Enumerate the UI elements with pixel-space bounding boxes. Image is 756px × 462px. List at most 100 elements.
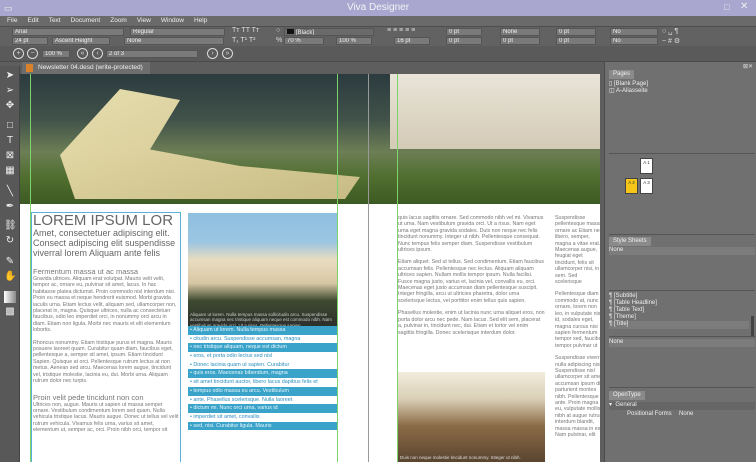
hyphen-field[interactable]: No <box>610 28 658 36</box>
zoom-out-icon[interactable]: − <box>27 48 38 59</box>
text-case-icons[interactable]: Tт TT Tт <box>232 27 259 34</box>
pen-tool-icon[interactable]: ✒ <box>4 201 16 213</box>
leading-field[interactable]: 16 pt <box>394 37 430 45</box>
splitter[interactable] <box>609 153 755 154</box>
table-tool-icon[interactable]: ▦ <box>4 165 16 177</box>
maximize-icon[interactable]: □ <box>724 2 729 12</box>
indent-first-field[interactable]: 0 pt <box>500 37 540 45</box>
special-chars-icons[interactable]: ~ # ⚙ <box>662 37 680 45</box>
alignment-icons[interactable]: ≡ ≡ ≡ ≡ ≡ <box>387 27 415 34</box>
text-frame-icon[interactable]: T <box>4 135 16 147</box>
style-none[interactable]: None <box>609 247 755 255</box>
page-thumb-1[interactable]: A 1 <box>640 158 653 174</box>
menu-edit[interactable]: Edit <box>27 16 38 26</box>
body-paragraph: Suspendisse viverra nulla adipiscing nis… <box>555 355 600 438</box>
pool-building <box>390 74 600 149</box>
space-after-field[interactable]: 0 pt <box>446 37 482 45</box>
style-field[interactable]: Regular <box>130 28 225 36</box>
rectangle-tool-icon[interactable]: □ <box>4 120 16 132</box>
zoom-field[interactable]: 100 % <box>42 50 70 58</box>
body-paragraph: Pellentesque diam commodo at, nunc ornar… <box>555 291 600 349</box>
positional-forms-value[interactable]: None <box>679 411 693 419</box>
invisibles-icons[interactable]: ○ ␣ ¶ <box>662 27 678 35</box>
script-icons[interactable]: T₁ T¹ T² <box>232 37 256 44</box>
tool-palette: ➤ ➢ ✥ □ T ⊠ ▦ ╲ ✒ ⛓ ↻ ✎ ✋ ▩ <box>0 66 20 462</box>
list-item: • tempus odio massa eu arcu. Vestibulum <box>188 386 337 396</box>
general-section[interactable]: ▾ General <box>609 402 755 410</box>
pattern-tool-icon[interactable]: ▩ <box>4 306 16 318</box>
first-page-icon[interactable]: « <box>77 48 88 59</box>
bullet-list[interactable]: • Aliquam ut lorem. Nulla tempus massa •… <box>188 326 337 431</box>
panel-close-icon[interactable]: ⊠✕ <box>743 63 753 70</box>
tint-field[interactable]: 70 % <box>284 37 324 45</box>
menu-view[interactable]: View <box>137 16 151 26</box>
tab-opentype[interactable]: OpenType <box>609 391 645 400</box>
character-style-none[interactable]: None <box>609 339 755 347</box>
image-frame-icon[interactable]: ⊠ <box>4 150 16 162</box>
label: [Table Text] <box>613 307 645 313</box>
flag-field[interactable]: None <box>124 37 224 45</box>
prev-page-icon[interactable]: ‹ <box>92 48 103 59</box>
page-spread-divider <box>368 74 369 462</box>
window-title: Viva Designer <box>346 2 410 13</box>
navigation-bar: + − 100 % « ‹ 2 of 3 › » <box>0 46 756 62</box>
list-item: • dictum mi. Nunc orci urna, varius id <box>188 404 337 413</box>
line-tool-icon[interactable]: ╲ <box>4 186 16 198</box>
header-photo-pool-chairs[interactable] <box>20 74 600 204</box>
baseline-field[interactable]: Ascent Height <box>52 37 110 45</box>
menu-help[interactable]: Help <box>194 16 207 26</box>
document-icon <box>26 64 33 72</box>
label: [Subtitle] <box>613 293 638 299</box>
color-field[interactable]: [Black] <box>284 28 374 36</box>
eyedropper-icon[interactable]: ✎ <box>4 256 16 268</box>
page-thumb-3[interactable]: A 3 <box>640 178 653 194</box>
scrollbar[interactable] <box>751 316 754 336</box>
main-text-frame[interactable]: LOREM IPSUM LOR Amet, consectetuer adipi… <box>31 212 181 462</box>
page-thumb-2-selected[interactable]: A 2 <box>625 178 638 194</box>
direct-select-icon[interactable]: ➢ <box>4 85 16 97</box>
keep-field[interactable]: No <box>610 37 658 45</box>
outer-text-column[interactable]: Suspendisse pellentesque massa, ornare a… <box>555 215 600 462</box>
zoom-in-icon[interactable]: + <box>13 48 24 59</box>
tab-style-sheets[interactable]: Style Sheets <box>609 237 651 246</box>
font-field[interactable]: Arial <box>12 28 124 36</box>
hotel-building-photo[interactable]: Aliquam ut lorem. Nulla tempus massa sol… <box>188 213 337 330</box>
tint-icon: % <box>276 37 283 44</box>
gradient-tool-icon[interactable] <box>4 291 16 303</box>
hand-tool-icon[interactable]: ✋ <box>4 271 16 283</box>
last-page-icon[interactable]: » <box>222 48 233 59</box>
menu-bar: File Edit Text Document Zoom View Window… <box>0 16 756 26</box>
style-title[interactable]: ¶ [Title] <box>609 321 749 329</box>
tab-pages[interactable]: Pages <box>609 70 635 79</box>
label: [Title] <box>613 321 629 327</box>
drop-cap-field[interactable]: None <box>500 28 540 36</box>
hotel-interior-photo[interactable]: Duis non neque molestie tincidunt nonumm… <box>398 372 545 462</box>
menu-document[interactable]: Document <box>71 16 101 26</box>
menu-window[interactable]: Window <box>161 16 184 26</box>
right-text-column[interactable]: quis lacus sagittis ornare. Sed commodo … <box>398 215 546 342</box>
space-before-field[interactable]: 0 pt <box>446 28 482 36</box>
rotate-tool-icon[interactable]: ↻ <box>4 235 16 247</box>
divider <box>609 387 755 388</box>
move-icon[interactable]: ✥ <box>4 100 16 112</box>
next-page-icon[interactable]: › <box>207 48 218 59</box>
close-icon[interactable]: ✕ <box>740 1 748 12</box>
indent-left-field[interactable]: 0 pt <box>556 28 596 36</box>
document-canvas[interactable]: LOREM IPSUM LOR Amet, consectetuer adipi… <box>20 74 600 462</box>
opacity-field[interactable]: 100 % <box>336 37 372 45</box>
splitter[interactable] <box>609 290 755 291</box>
color-circle-icon: ○ <box>276 27 281 34</box>
menu-text[interactable]: Text <box>49 16 61 26</box>
page-field[interactable]: 2 of 3 <box>106 50 198 58</box>
label: A-Aliasseite <box>616 88 648 94</box>
size-field[interactable]: 24 pt <box>12 37 48 45</box>
indent-right-field[interactable]: 0 pt <box>556 37 596 45</box>
document-tab[interactable]: Newsletter 04.desd (write-protected) <box>22 62 150 74</box>
link-tool-icon[interactable]: ⛓ <box>4 220 17 232</box>
master-alias-page[interactable]: ◫ A-Aliasseite <box>609 88 648 96</box>
menu-file[interactable]: File <box>7 16 17 26</box>
selection-arrow-icon[interactable]: ➤ <box>4 70 16 82</box>
splitter[interactable] <box>609 336 755 337</box>
menu-zoom[interactable]: Zoom <box>110 16 127 26</box>
photo-caption: Duis non neque molestie tincidunt nonumm… <box>400 455 521 460</box>
